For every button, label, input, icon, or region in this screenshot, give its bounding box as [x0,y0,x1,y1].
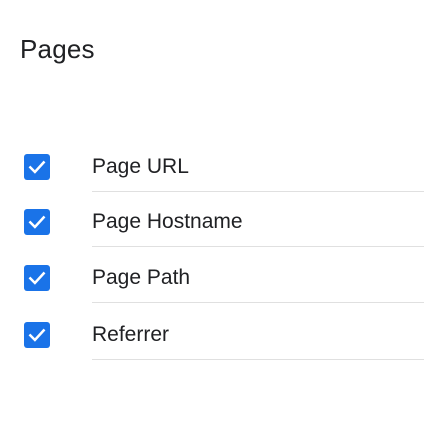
check-icon [28,215,46,229]
list-item-page-hostname[interactable]: Page Hostname [0,195,448,247]
page-url-checkbox[interactable] [24,154,50,180]
page-path-label: Page Path [92,266,191,289]
referrer-label: Referrer [92,323,170,346]
check-icon [28,328,46,342]
row-divider [92,302,424,303]
page-url-label: Page URL [92,155,189,178]
page-hostname-checkbox[interactable] [24,209,50,235]
variable-list: Page URL Page Hostname Page Path Referre… [0,0,448,428]
page-path-checkbox[interactable] [24,265,50,291]
list-item-page-url[interactable]: Page URL [0,140,448,192]
list-item-referrer[interactable]: Referrer [0,308,448,360]
row-divider [92,246,424,247]
row-divider [92,359,424,360]
pages-variables-panel: Pages Page URL Page Hostname Page Path R… [0,0,448,428]
check-icon [28,271,46,285]
check-icon [28,160,46,174]
referrer-checkbox[interactable] [24,322,50,348]
row-divider [92,191,424,192]
page-hostname-label: Page Hostname [92,210,243,233]
list-item-page-path[interactable]: Page Path [0,251,448,303]
